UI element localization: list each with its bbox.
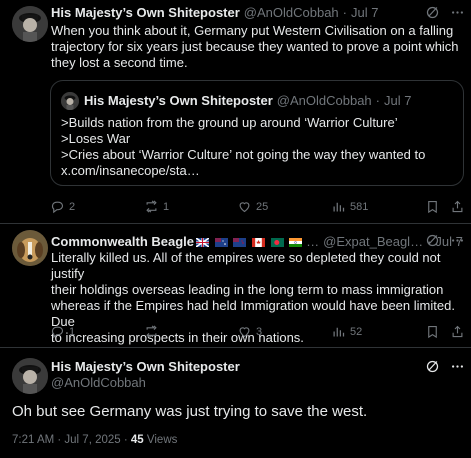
post-text-line: trajectory for six years just because th… <box>51 39 459 54</box>
author-name[interactable]: Commonwealth Beagle <box>51 234 194 250</box>
reply-count: 2 <box>69 200 76 213</box>
bookmark-icon[interactable] <box>425 199 440 214</box>
heart-icon <box>239 202 250 213</box>
views-chart-icon <box>333 202 345 212</box>
views-label: Views <box>146 434 178 446</box>
views-button[interactable]: 581 <box>331 199 368 214</box>
post-text-line: Literally killed us. All of the empires … <box>51 250 441 281</box>
beagle-avatar-icon <box>12 230 48 266</box>
post-timestamp: 7:21 AM · Jul 7, 2025 · 45 Views <box>12 434 177 446</box>
repost-icon <box>146 200 157 213</box>
reply-button[interactable]: 1 <box>50 324 75 339</box>
india-flag-icon <box>289 238 303 248</box>
grok-icon[interactable] <box>425 5 440 20</box>
views-count: 581 <box>350 200 369 213</box>
quote-author-name: His Majesty’s Own Shiteposter <box>84 93 273 108</box>
reply-icon <box>51 326 64 339</box>
like-count: 3 <box>256 325 263 338</box>
author-name[interactable]: His Majesty’s Own Shiteposter <box>51 359 240 375</box>
uk-flag-icon <box>196 238 210 248</box>
author-handle[interactable]: @AnOldCobbah <box>51 375 146 391</box>
author-handle[interactable]: @AnOldCobbah <box>244 5 339 21</box>
canada-flag-icon <box>251 238 265 248</box>
bangladesh-flag-icon <box>270 238 284 248</box>
avatar[interactable] <box>12 358 48 394</box>
views-count: 52 <box>350 325 363 338</box>
quote-text-line: >Cries about ‘Warrior Culture’ not going… <box>61 147 426 162</box>
flag-emojis <box>194 234 303 250</box>
repost-count: 1 <box>163 200 170 213</box>
quote-avatar <box>61 92 79 110</box>
more-options-icon[interactable] <box>450 359 465 374</box>
dot-separator: · <box>342 5 348 20</box>
post-text: When you think about it, Germany put Wes… <box>51 23 459 71</box>
quote-text-line: >Loses War <box>61 131 131 146</box>
post-text-line: they lost a second time. <box>51 55 188 70</box>
quote-text: >Builds nation from the ground up around… <box>61 115 425 179</box>
avatar[interactable] <box>12 230 48 266</box>
more-options-icon[interactable] <box>450 233 465 248</box>
post-text-line: When you think about it, Germany put Wes… <box>51 23 454 38</box>
bookmark-icon[interactable] <box>425 324 440 339</box>
repost-button[interactable] <box>144 324 163 339</box>
author-handle[interactable]: @Expat_Beagl… <box>323 234 423 250</box>
views-button[interactable]: 52 <box>331 324 362 339</box>
like-button[interactable]: 25 <box>237 199 268 214</box>
repost-button[interactable]: 1 <box>144 199 169 214</box>
ellipsis: … <box>306 234 320 249</box>
share-icon[interactable] <box>450 324 465 339</box>
views-chart-icon <box>333 327 345 337</box>
quote-text-line: >Builds nation from the ground up around… <box>61 115 398 130</box>
repost-icon <box>146 325 157 338</box>
avatar-portrait-icon <box>12 6 48 42</box>
more-options-icon[interactable] <box>450 5 465 20</box>
avatar-portrait-icon <box>61 92 79 110</box>
author-name[interactable]: His Majesty’s Own Shiteposter <box>51 5 240 21</box>
grok-icon[interactable] <box>425 359 440 374</box>
post-text-line: their holdings overseas leading in the l… <box>51 282 444 297</box>
heart-icon <box>239 327 250 338</box>
post-date[interactable]: Jul 7 <box>351 5 378 21</box>
reply-icon <box>51 201 64 214</box>
avatar[interactable] <box>12 6 48 42</box>
main-post-text: Oh but see Germany was just trying to sa… <box>12 403 368 420</box>
quoted-post[interactable]: His Majesty’s Own Shiteposter @AnOldCobb… <box>50 80 464 186</box>
grok-icon[interactable] <box>425 233 440 248</box>
tweet-2[interactable]: Commonwealth Beagle … @Expat_Beagl… · Ju… <box>0 224 471 347</box>
avatar-portrait-icon <box>12 358 48 394</box>
share-icon[interactable] <box>450 199 465 214</box>
tweet-1[interactable]: His Majesty’s Own Shiteposter @AnOldCobb… <box>0 0 471 222</box>
views-count: 45 <box>130 434 144 446</box>
quote-author-handle: @AnOldCobbah <box>276 93 372 108</box>
quote-date: Jul 7 <box>384 93 412 108</box>
reply-button[interactable]: 2 <box>50 199 75 214</box>
reply-count: 1 <box>69 325 76 338</box>
post-time[interactable]: 7:21 AM · Jul 7, 2025 · <box>12 434 128 446</box>
australia-flag-icon <box>214 238 228 248</box>
like-button[interactable]: 3 <box>237 324 262 339</box>
like-count: 25 <box>256 200 269 213</box>
new-zealand-flag-icon <box>233 238 247 248</box>
dot-separator: · <box>375 93 381 108</box>
quote-link[interactable]: x.com/insanecope/sta… <box>61 163 425 179</box>
